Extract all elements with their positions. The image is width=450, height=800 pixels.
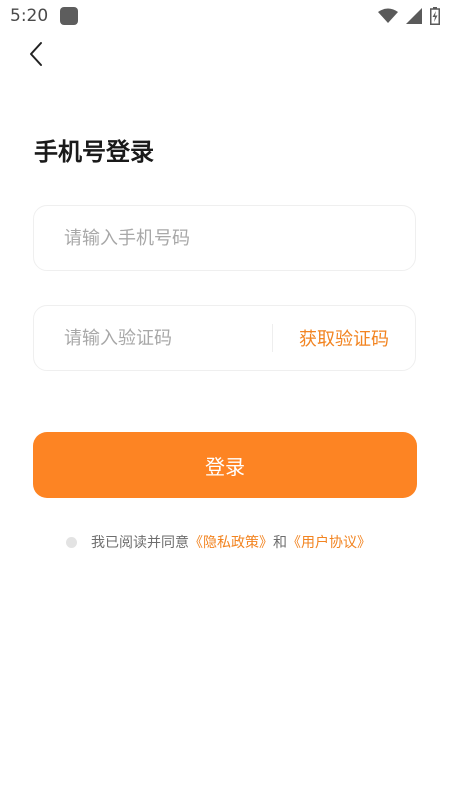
status-left: 5:20 [10,6,79,26]
battery-icon [430,7,440,25]
status-bar: 5:20 [0,0,450,32]
chevron-left-icon [30,42,42,66]
agreement-row: 我已阅读并同意 《隐私政策》 和 《用户协议》 [66,532,371,552]
app-notification-icon [60,7,79,25]
phone-input[interactable] [62,226,387,250]
wifi-icon [378,8,398,24]
page-title: 手机号登录 [34,138,154,166]
agree-checkbox[interactable] [66,536,77,548]
code-field: 获取验证码 [33,305,416,371]
login-screen: 5:20 手机号登录 请输入手机号码 请输入验证码 获取验证码 登录 我已阅读并… [0,0,450,800]
back-button[interactable] [22,38,50,70]
code-input[interactable] [62,326,272,350]
signal-icon [406,8,422,24]
user-agreement-link[interactable]: 《用户协议》 [287,532,371,552]
status-time: 5:20 [10,6,49,26]
privacy-policy-link[interactable]: 《隐私政策》 [189,532,273,552]
login-button[interactable]: 登录 [33,432,417,498]
phone-field [33,205,416,271]
agreement-prefix: 我已阅读并同意 [91,535,189,551]
status-right [378,7,440,25]
get-code-button[interactable]: 获取验证码 [299,325,389,351]
field-divider [272,324,273,352]
agreement-and: 和 [273,535,287,551]
